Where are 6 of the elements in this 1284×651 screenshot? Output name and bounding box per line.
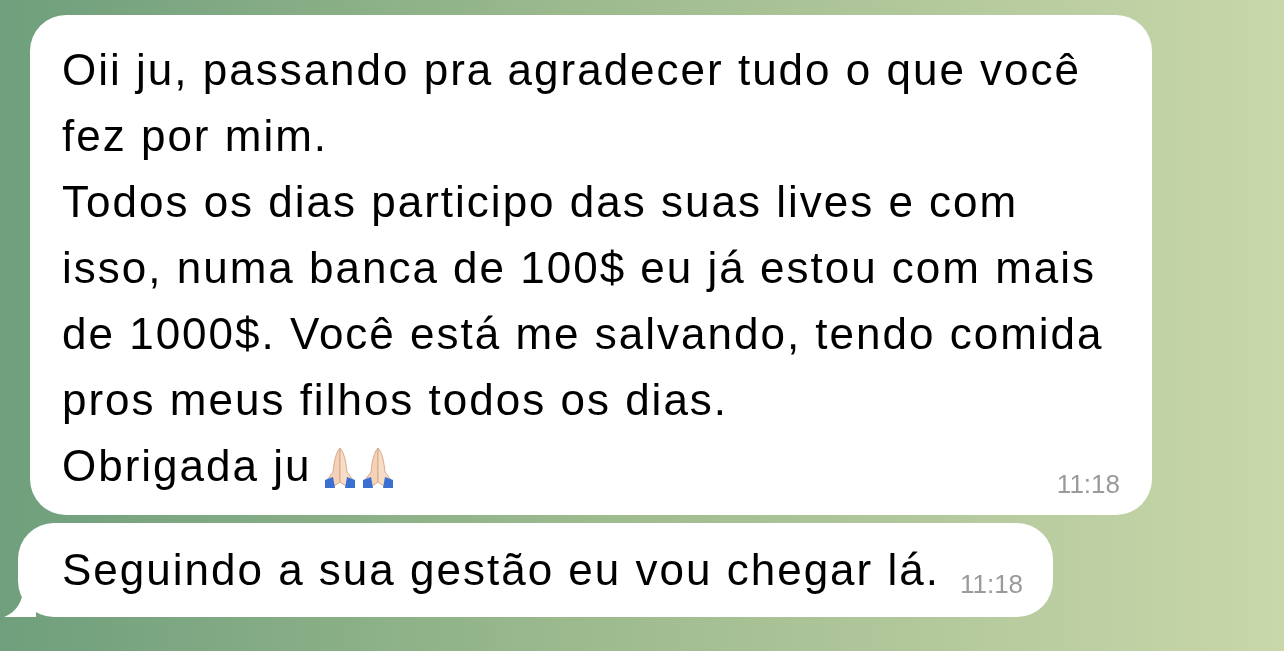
message-text: Oii ju, passando pra agradecer tudo o que você fez por mim. [62,44,1083,162]
message-text: Todos os dias participo das suas lives e com isso, numa banca de 100$ eu já estou com mais de 1000$. Você está me salvando, tendo comida pros meus filhos todos os dias. [62,176,1105,426]
message-text: Obrigada ju [62,440,312,492]
message-time: 11:18 [1055,469,1120,499]
message-time: 11:18 [958,569,1024,601]
message-text: Seguindo a sua gestão eu vou chegar lá. [62,544,940,596]
